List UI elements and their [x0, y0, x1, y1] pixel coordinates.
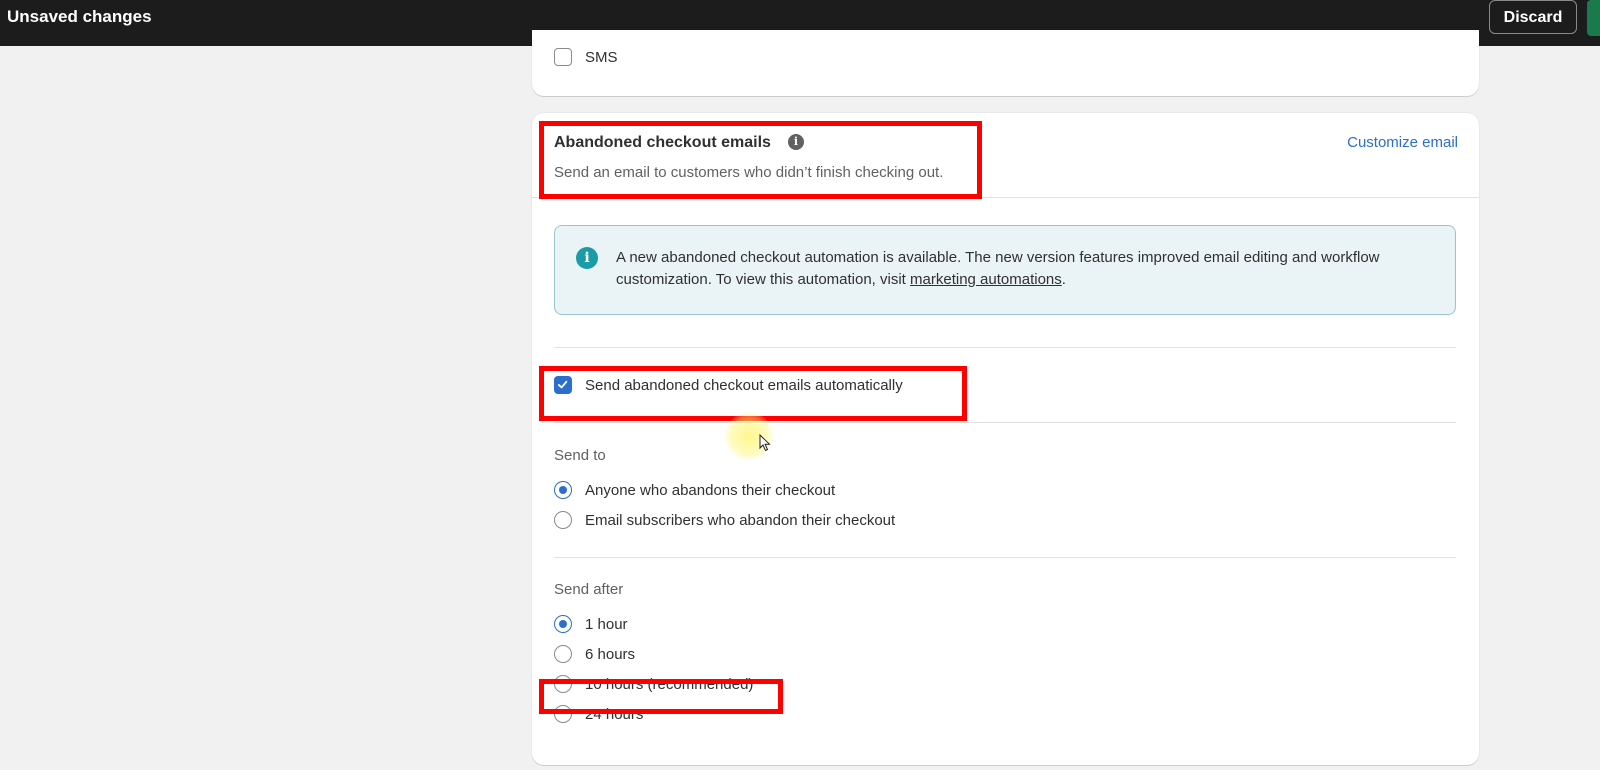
- abandoned-checkout-card: Abandoned checkout emails i Send an emai…: [532, 113, 1479, 765]
- divider: [554, 347, 1456, 348]
- customize-email-link[interactable]: Customize email: [1347, 134, 1458, 151]
- unsaved-changes-title: Unsaved changes: [7, 7, 152, 26]
- send-after-10-hours-radio[interactable]: [554, 675, 572, 693]
- discard-button[interactable]: Discard: [1489, 0, 1577, 34]
- send-after-6-hours-radio[interactable]: [554, 645, 572, 663]
- divider: [554, 557, 1456, 558]
- card-title: Abandoned checkout emails: [554, 134, 771, 151]
- banner-text: A new abandoned checkout automation is a…: [616, 247, 1416, 291]
- send-to-anyone-radio[interactable]: [554, 481, 572, 499]
- info-icon[interactable]: i: [788, 134, 804, 150]
- send-after-6-hours-label: 6 hours: [585, 646, 636, 663]
- info-banner: i A new abandoned checkout automation is…: [554, 225, 1456, 315]
- notification-channel-card: SMS: [532, 30, 1479, 96]
- save-button[interactable]: [1587, 0, 1600, 36]
- send-to-anyone-label: Anyone who abandons their checkout: [585, 482, 836, 499]
- marketing-automations-link[interactable]: marketing automations: [910, 271, 1062, 288]
- divider: [554, 422, 1456, 423]
- card-subtitle: Send an email to customers who didn’t fi…: [554, 164, 944, 181]
- banner-text-after: .: [1061, 271, 1066, 288]
- send-to-label: Send to: [554, 447, 606, 464]
- send-after-1-hour-radio[interactable]: [554, 615, 572, 633]
- auto-send-checkbox[interactable]: [554, 376, 572, 394]
- send-to-subscribers-label: Email subscribers who abandon their chec…: [585, 512, 896, 529]
- sms-label: SMS: [585, 49, 618, 66]
- check-icon: [557, 380, 568, 389]
- send-after-24-hours-label: 24 hours: [585, 706, 644, 723]
- info-circle-icon: i: [576, 247, 598, 269]
- send-after-label: Send after: [554, 581, 624, 598]
- send-to-subscribers-radio[interactable]: [554, 511, 572, 529]
- mouse-pointer-icon: [759, 434, 771, 452]
- auto-send-label: Send abandoned checkout emails automatic…: [585, 377, 903, 394]
- send-after-10-hours-label: 10 hours (recommended): [585, 676, 754, 693]
- sms-checkbox[interactable]: [554, 48, 572, 66]
- send-after-24-hours-radio[interactable]: [554, 705, 572, 723]
- header-divider: [532, 197, 1479, 198]
- send-after-1-hour-label: 1 hour: [585, 616, 628, 633]
